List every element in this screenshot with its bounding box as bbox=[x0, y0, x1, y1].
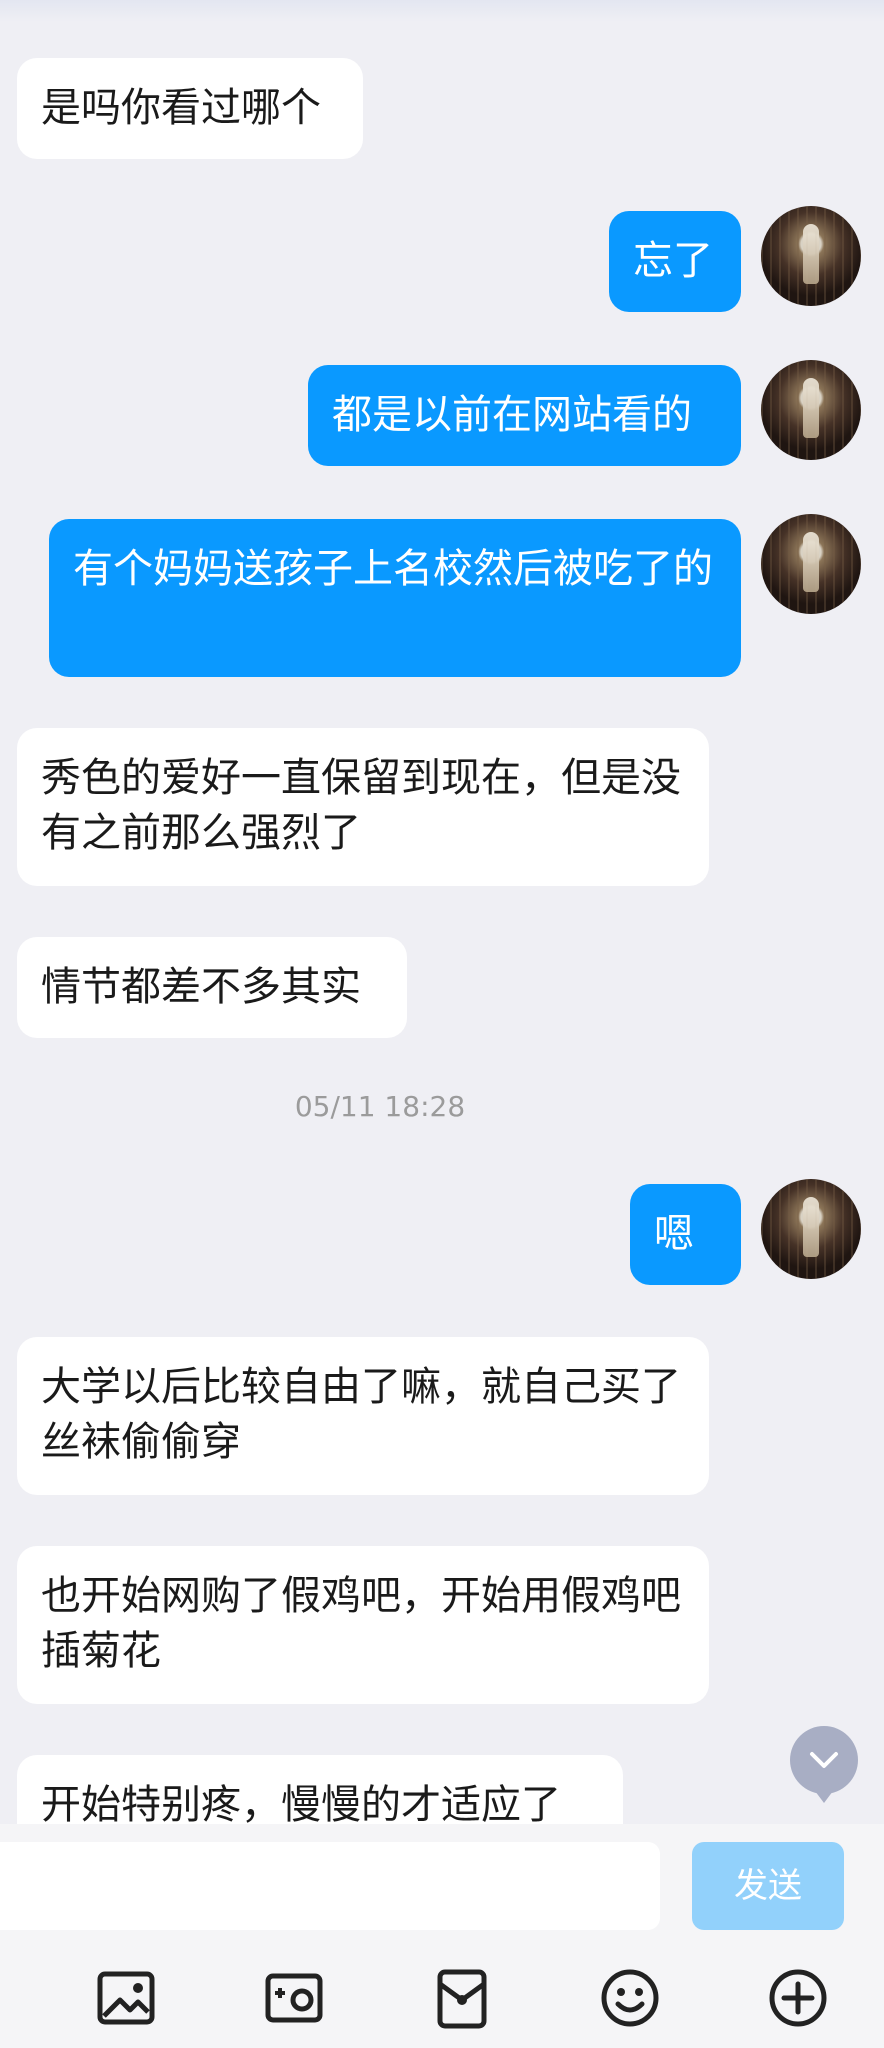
message-bubble-outgoing[interactable]: 忘了 bbox=[609, 211, 741, 312]
red-packet-icon[interactable] bbox=[430, 1966, 494, 2030]
user-avatar[interactable] bbox=[761, 1179, 861, 1279]
composer-bar: 发送 bbox=[0, 1824, 884, 2048]
user-avatar[interactable] bbox=[761, 360, 861, 460]
message-bubble-incoming[interactable]: 是吗你看过哪个 bbox=[17, 58, 363, 159]
chevron-down-icon bbox=[810, 1752, 838, 1768]
message-bubble-incoming[interactable]: 情节都差不多其实 bbox=[17, 937, 407, 1038]
user-avatar[interactable] bbox=[761, 514, 861, 614]
message-bubble-outgoing[interactable]: 有个妈妈送孩子上名校然后被吃了的 bbox=[49, 519, 741, 677]
message-list[interactable]: 是吗你看过哪个 忘了 都是以前在网站看的 有个妈妈送孩子上名校然后被吃了的 秀色… bbox=[0, 0, 884, 1824]
camera-icon[interactable] bbox=[262, 1966, 326, 2030]
message-input[interactable] bbox=[0, 1842, 660, 1930]
send-button[interactable]: 发送 bbox=[692, 1842, 844, 1930]
scroll-to-bottom-button[interactable] bbox=[790, 1726, 858, 1803]
plus-icon[interactable] bbox=[766, 1966, 830, 2030]
message-bubble-incoming[interactable]: 秀色的爱好一直保留到现在，但是没有之前那么强烈了 bbox=[17, 728, 709, 886]
message-bubble-incoming[interactable]: 也开始网购了假鸡吧，开始用假鸡吧插菊花 bbox=[17, 1546, 709, 1704]
emoji-icon[interactable] bbox=[598, 1966, 662, 2030]
message-bubble-outgoing[interactable]: 嗯 bbox=[630, 1184, 741, 1285]
message-bubble-outgoing[interactable]: 都是以前在网站看的 bbox=[308, 365, 741, 466]
image-icon[interactable] bbox=[94, 1966, 158, 2030]
message-bubble-incoming[interactable]: 开始特别疼，慢慢的才适应了 bbox=[17, 1755, 623, 1824]
message-timestamp: 05/11 18:28 bbox=[294, 1090, 466, 1123]
message-bubble-incoming[interactable]: 大学以后比较自由了嘛，就自己买了丝袜偷偷穿 bbox=[17, 1337, 709, 1495]
user-avatar[interactable] bbox=[761, 206, 861, 306]
